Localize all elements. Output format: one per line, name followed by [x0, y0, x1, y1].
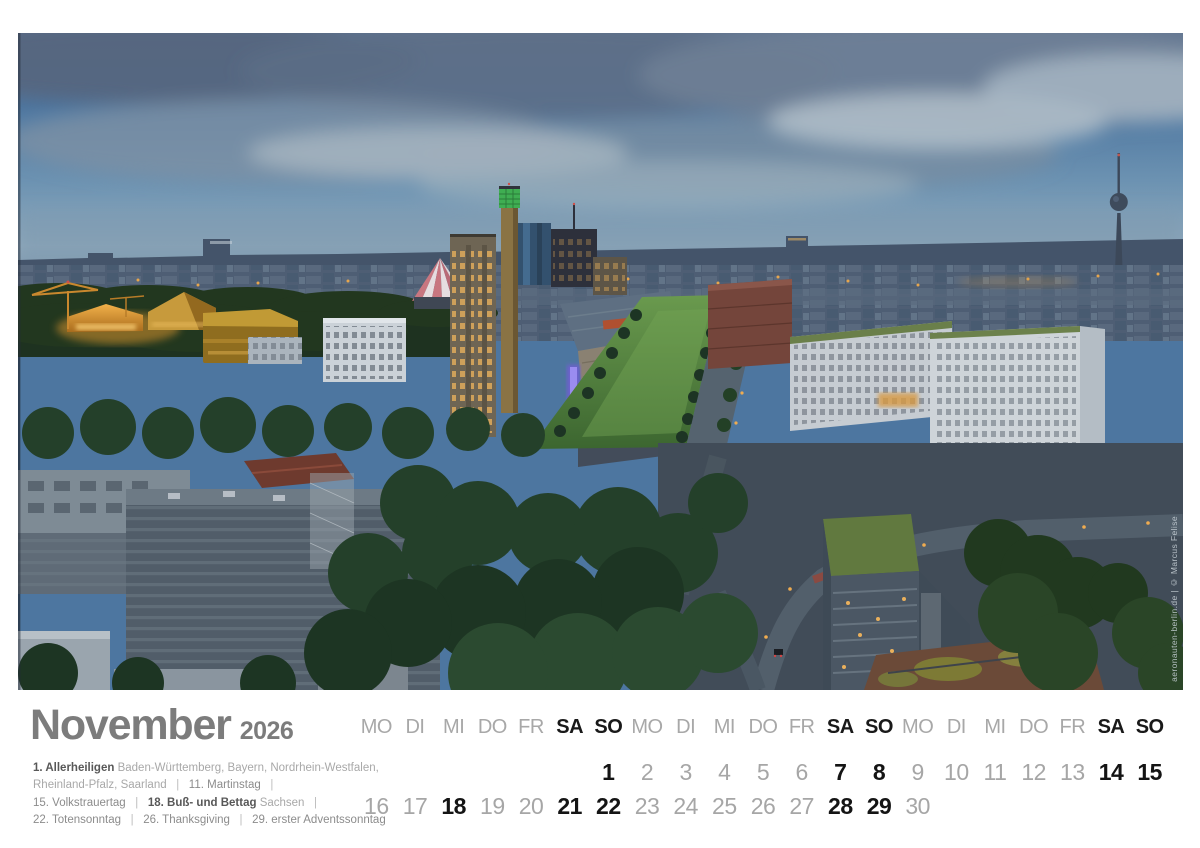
- holiday-separator: |: [121, 814, 143, 826]
- date-cell-10: 10: [944, 759, 969, 786]
- year-label: 2026: [240, 717, 294, 745]
- date-cell-19: 19: [480, 793, 505, 820]
- date-cell-7: 7: [834, 759, 846, 786]
- holiday-line: 22. Totensonntag | 26. Thanksgiving | 29…: [33, 812, 386, 829]
- date-cell-23: 23: [635, 793, 660, 820]
- holiday-separator: |: [126, 797, 148, 809]
- weekday-header-di: DI: [947, 716, 966, 739]
- weekday-header-mi: MI: [714, 716, 735, 739]
- date-cell-11: 11: [984, 759, 1007, 786]
- weekday-header-sa: SA: [1098, 716, 1125, 739]
- holiday-text: 15. Volkstrauertag: [33, 797, 126, 809]
- calendar-page: aeronauten-berlin.de | © Marcus Felise N…: [0, 0, 1200, 848]
- calendar-photo: aeronauten-berlin.de | © Marcus Felise: [18, 33, 1183, 690]
- date-cell-20: 20: [519, 793, 544, 820]
- holiday-separator: |: [304, 797, 317, 809]
- calendar-dates-row-1: 123456789101112131415: [357, 755, 1169, 790]
- date-cell-25: 25: [712, 793, 737, 820]
- date-cell-9: 9: [912, 759, 924, 786]
- calendar-dates-row-2: 16 17 18 19 20 21 22 23 24 25 26 27 28 29 30: [357, 789, 1169, 824]
- weekday-header-so: SO: [1136, 716, 1164, 739]
- date-cell-3: 3: [680, 759, 692, 786]
- weekday-header-fr: FR: [1059, 716, 1085, 739]
- weekday-header-fr: FR: [789, 716, 815, 739]
- date-cell-21: 21: [557, 793, 582, 820]
- month-name: November: [30, 701, 231, 749]
- weekday-header-di: DI: [676, 716, 695, 739]
- holiday-line: Rheinland-Pfalz, Saarland | 11. Martinst…: [33, 777, 386, 794]
- photo-credit: aeronauten-berlin.de | © Marcus Felise: [1169, 516, 1179, 682]
- date-cell-13: 13: [1060, 759, 1085, 786]
- holiday-text: Rheinland-Pfalz, Saarland: [33, 779, 167, 791]
- date-cell-14: 14: [1099, 759, 1124, 786]
- date-cell-12: 12: [1021, 759, 1046, 786]
- date-cell-6: 6: [796, 759, 808, 786]
- date-cell-16: 16: [364, 793, 389, 820]
- calendar-weekday-header-row: MO DI MI DO FR SA SO MO DI MI DO FR SA SO MO DI MI DO FR SA…: [357, 712, 1169, 742]
- date-cell-24: 24: [673, 793, 698, 820]
- holiday-text: 11. Martinstag: [189, 779, 261, 791]
- date-cell-29: 29: [867, 793, 892, 820]
- holiday-text: 1. Allerheiligen: [33, 762, 114, 774]
- holiday-separator: |: [261, 779, 274, 791]
- holiday-line: 15. Volkstrauertag | 18. Buß- und Bettag…: [33, 795, 386, 812]
- date-cell-1: 1: [602, 759, 614, 786]
- holiday-text: Sachsen: [260, 797, 305, 809]
- weekday-header-do: DO: [1019, 716, 1048, 739]
- month-title: November 2026: [30, 701, 293, 750]
- weekday-header-so: SO: [865, 716, 893, 739]
- weekday-header-fr: FR: [518, 716, 544, 739]
- date-cell-22: 22: [596, 793, 621, 820]
- date-cell-18: 18: [441, 793, 466, 820]
- weekday-header-mi: MI: [443, 716, 464, 739]
- date-cell-5: 5: [757, 759, 769, 786]
- date-cell-4: 4: [718, 759, 730, 786]
- holiday-text: 26. Thanksgiving: [143, 814, 230, 826]
- date-cell-15: 15: [1137, 759, 1162, 786]
- weekday-header-do: DO: [748, 716, 777, 739]
- holiday-line: 1. Allerheiligen Baden-Württemberg, Baye…: [33, 760, 386, 777]
- weekday-header-mo: MO: [631, 716, 662, 739]
- holiday-text: 18. Buß- und Bettag: [148, 797, 257, 809]
- berlin-dusk-scene: [18, 33, 1183, 690]
- weekday-header-do: DO: [478, 716, 507, 739]
- weekday-header-mi: MI: [984, 716, 1005, 739]
- holiday-separator: |: [230, 814, 252, 826]
- date-cell-26: 26: [751, 793, 776, 820]
- date-cell-27: 27: [789, 793, 814, 820]
- date-cell-8: 8: [873, 759, 885, 786]
- weekday-header-di: DI: [405, 716, 424, 739]
- date-cell-2: 2: [641, 759, 653, 786]
- date-cell-17: 17: [403, 793, 428, 820]
- holiday-list: 1. Allerheiligen Baden-Württemberg, Baye…: [33, 760, 386, 829]
- holiday-separator: |: [167, 779, 189, 791]
- weekday-header-mo: MO: [902, 716, 933, 739]
- holiday-text: 22. Totensonntag: [33, 814, 121, 826]
- date-cell-30: 30: [905, 793, 930, 820]
- date-cell-28: 28: [828, 793, 853, 820]
- weekday-header-so: SO: [594, 716, 622, 739]
- weekday-header-sa: SA: [556, 716, 583, 739]
- clouds: [18, 33, 1183, 265]
- weekday-header-mo: MO: [361, 716, 392, 739]
- holiday-text: Baden-Württemberg, Bayern, Nordrhein-Wes…: [118, 762, 379, 774]
- weekday-header-sa: SA: [827, 716, 854, 739]
